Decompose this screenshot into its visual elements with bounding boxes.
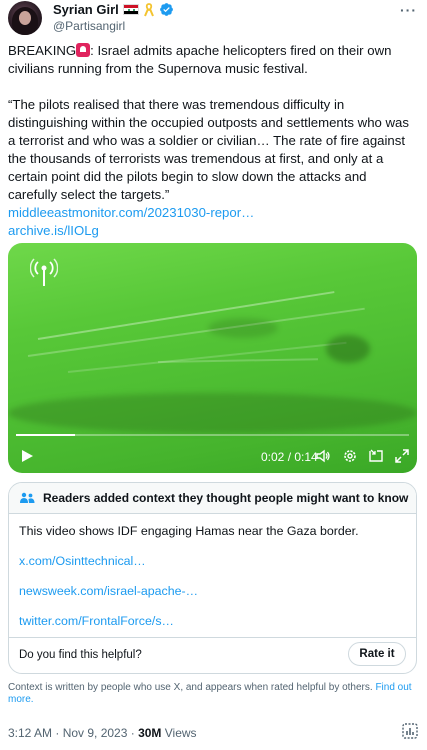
context-footer: Context is written by people who use X, … (8, 682, 413, 706)
handle[interactable]: @Partisangirl (53, 19, 125, 33)
play-icon[interactable] (20, 449, 34, 463)
community-note-text: This video shows IDF engaging Hamas near… (19, 524, 359, 538)
helpful-prompt: Do you find this helpful? (19, 649, 142, 661)
source-link-2[interactable]: archive.is/lIOLg (8, 223, 99, 238)
video-progress-bar[interactable] (16, 434, 409, 436)
video-progress-fill (16, 434, 75, 436)
alarm-emoji-icon (76, 43, 91, 57)
video-player[interactable]: 0:02 / 0:14 (8, 243, 417, 473)
display-name[interactable]: Syrian Girl (53, 2, 119, 17)
note-link-2[interactable]: newsweek.com/israel-apache-… (19, 583, 406, 599)
name-row: Syrian Girl (53, 2, 174, 17)
rate-it-button[interactable]: Rate it (348, 642, 406, 666)
views-count: 30M (138, 726, 162, 740)
source-link-1[interactable]: middleeastmonitor.com/20231030-repor… (8, 205, 254, 220)
verified-icon (159, 3, 173, 16)
tweet-header: Syrian Girl @Partisangirl ··· (8, 0, 419, 36)
video-time: 0:02 / 0:14 (261, 450, 318, 464)
timestamp[interactable]: 3:12 AM · Nov 9, 2023 · (8, 726, 138, 740)
analytics-icon[interactable] (401, 722, 419, 740)
pip-icon[interactable] (368, 448, 384, 464)
community-note-title: Readers added context they thought peopl… (43, 491, 409, 505)
ribbon-icon (143, 2, 154, 16)
community-note-footer: Do you find this helpful? Rate it (9, 637, 416, 673)
community-note-header: Readers added context they thought peopl… (9, 483, 416, 514)
breaking-label: BREAKING (8, 43, 77, 58)
volume-icon[interactable] (315, 448, 331, 464)
note-link-3[interactable]: twitter.com/FrontalForce/s… (19, 613, 406, 629)
tweet-line-1: BREAKING: Israel admits apache helicopte… (8, 42, 413, 78)
tweet-meta: 3:12 AM · Nov 9, 2023 · 30M Views (8, 726, 197, 740)
community-note-body: This video shows IDF engaging Hamas near… (9, 514, 416, 629)
community-note: Readers added context they thought peopl… (8, 482, 417, 674)
more-icon[interactable]: ··· (400, 2, 417, 18)
note-link-1[interactable]: x.com/Osinttechnical… (19, 553, 406, 569)
flag-icon (122, 4, 139, 15)
avatar[interactable] (8, 1, 42, 35)
settings-icon[interactable] (342, 448, 358, 464)
people-icon (20, 492, 35, 503)
tweet-text: BREAKING: Israel admits apache helicopte… (8, 42, 413, 240)
tweet-quote: “The pilots realised that there was trem… (8, 97, 409, 202)
views-label: Views (161, 726, 197, 740)
antenna-icon (30, 258, 58, 286)
fullscreen-icon[interactable] (394, 448, 410, 464)
context-footer-text: Context is written by people who use X, … (8, 682, 373, 693)
